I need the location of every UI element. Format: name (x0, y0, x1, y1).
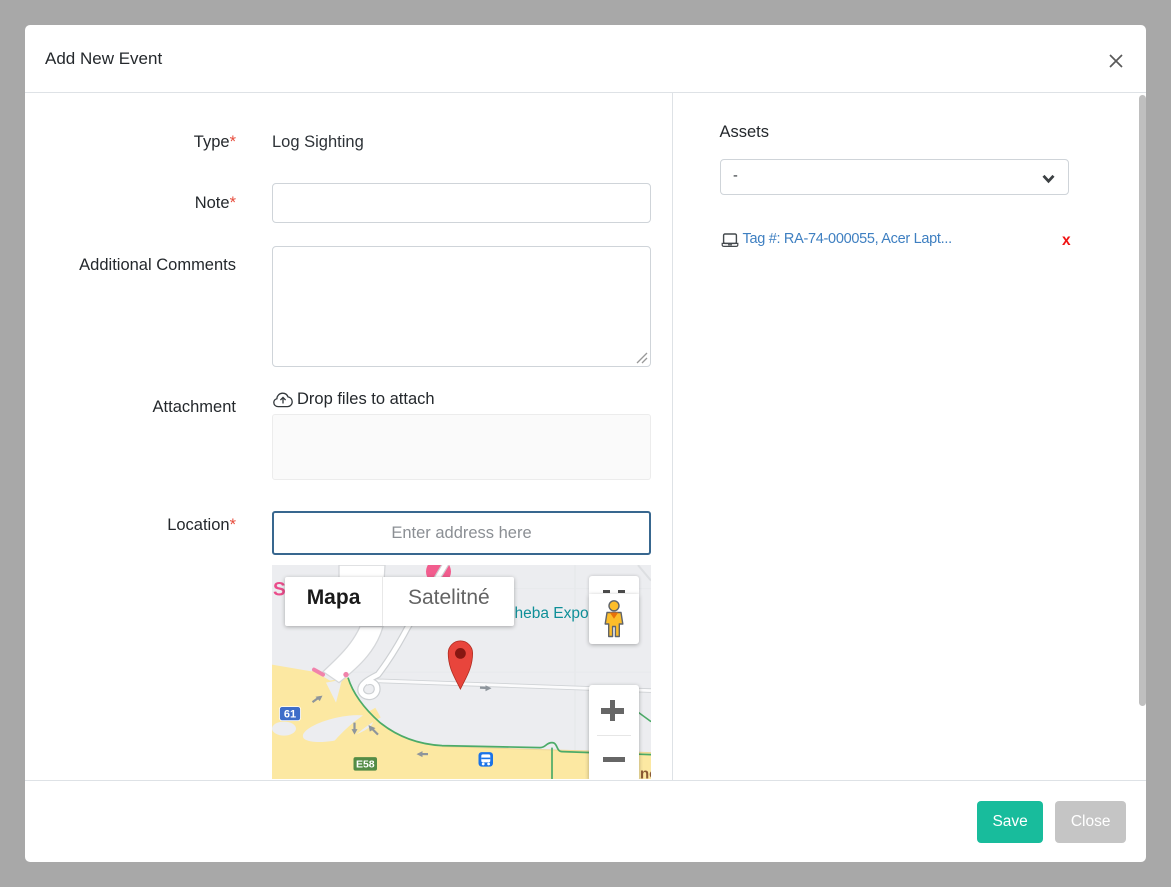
svg-text:61: 61 (284, 708, 296, 720)
svg-text:heba Expo: heba Expo (515, 605, 589, 622)
svg-text:E58: E58 (356, 758, 375, 770)
svg-text:no: no (640, 765, 651, 779)
svg-text:S: S (273, 579, 286, 600)
